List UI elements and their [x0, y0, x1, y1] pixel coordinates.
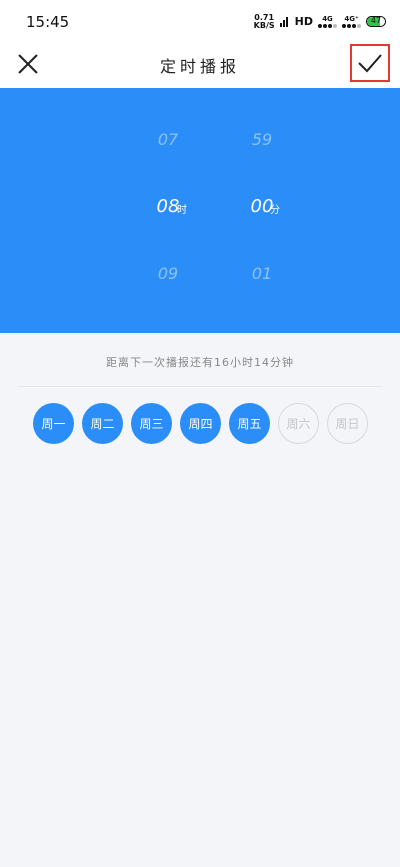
battery-icon: 47 [366, 16, 386, 27]
page-title: 定时播报 [159, 57, 240, 76]
hour-unit-label: 时 [177, 205, 187, 216]
divider [18, 386, 382, 387]
confirm-button[interactable] [350, 44, 390, 82]
status-icons: 0.71 KB/S HD 4G 4G⁺ 47 [254, 12, 386, 31]
checkmark-icon [358, 54, 382, 73]
minute-unit-label: 分 [270, 205, 280, 216]
day-saturday-toggle[interactable]: 周六 [278, 403, 319, 444]
time-picker[interactable]: 07 08 09 时 59 00 01 分 [0, 88, 400, 333]
sim2-label: 4G⁺ [344, 15, 359, 23]
network-speed-unit: KB/S [253, 20, 275, 30]
header-bar: 定时播报 [0, 40, 400, 88]
sim1-label: 4G [322, 15, 333, 23]
minute-next-value[interactable]: 01 [232, 264, 292, 283]
hour-next-value[interactable]: 09 [138, 264, 198, 283]
hour-prev-value[interactable]: 07 [138, 130, 198, 149]
day-friday-toggle[interactable]: 周五 [229, 403, 270, 444]
weekday-selector: 周一 周二 周三 周四 周五 周六 周日 [33, 403, 368, 444]
status-bar: 15:45 0.71 KB/S HD 4G 4G⁺ 47 [0, 0, 400, 40]
network-speed: 0.71 KB/S [253, 13, 275, 30]
day-tuesday-toggle[interactable]: 周二 [82, 403, 123, 444]
hour-selected-value[interactable]: 08 [138, 196, 198, 217]
signal-bars-icon [279, 12, 290, 31]
day-sunday-toggle[interactable]: 周日 [327, 403, 368, 444]
minute-selected-value[interactable]: 00 [232, 196, 292, 217]
day-wednesday-toggle[interactable]: 周三 [131, 403, 172, 444]
sim1-signal-icon: 4G [318, 15, 337, 28]
status-time: 15:45 [26, 13, 70, 31]
next-broadcast-info: 距离下一次播报还有16小时14分钟 [106, 356, 294, 369]
hd-icon: HD [294, 15, 313, 28]
battery-level: 47 [370, 16, 382, 25]
hour-wheel[interactable]: 07 08 09 [138, 88, 198, 333]
minute-prev-value[interactable]: 59 [232, 130, 292, 149]
day-monday-toggle[interactable]: 周一 [33, 403, 74, 444]
minute-wheel[interactable]: 59 00 01 [232, 88, 292, 333]
day-thursday-toggle[interactable]: 周四 [180, 403, 221, 444]
sim2-signal-icon: 4G⁺ [342, 15, 361, 28]
